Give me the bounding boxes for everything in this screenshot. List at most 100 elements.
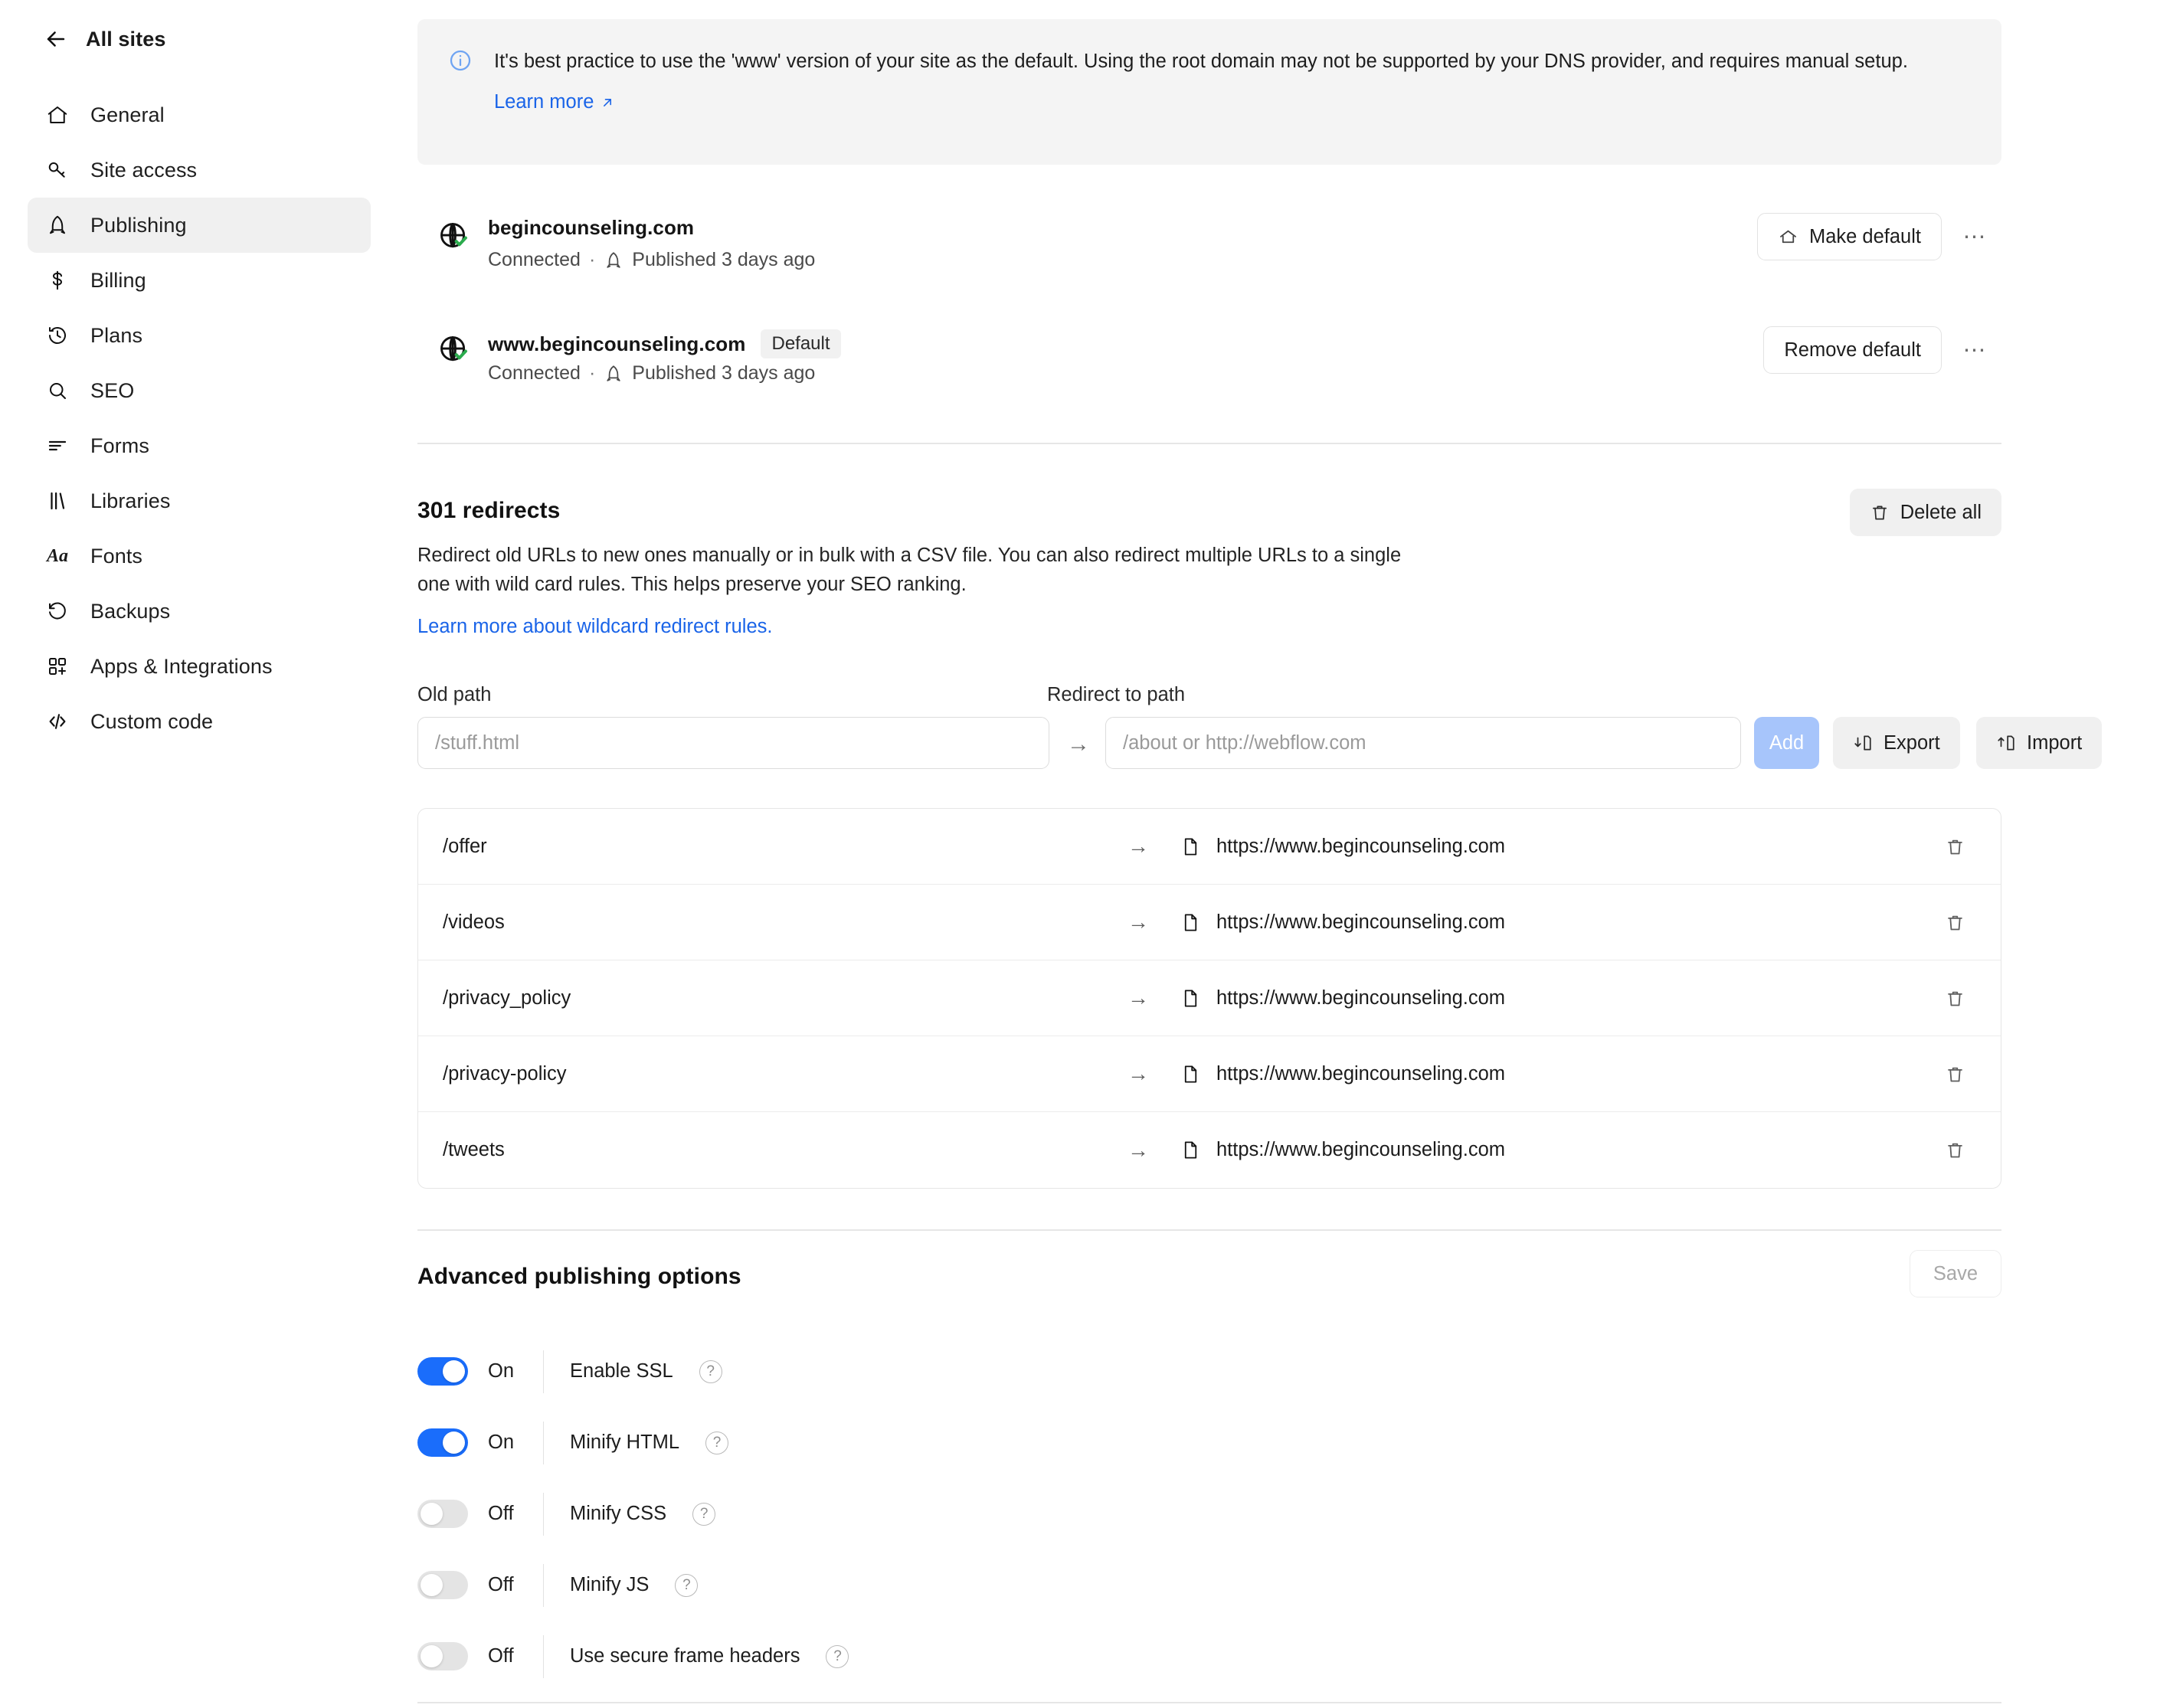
banner-learn-more-link[interactable]: Learn more	[494, 91, 615, 113]
sidebar-item-fonts[interactable]: Aa Fonts	[28, 528, 371, 584]
status-separator: ·	[588, 362, 596, 384]
option-row-minify-css: Off Minify CSS ?	[417, 1478, 2001, 1549]
table-row: /videos → https://www.begincounseling.co…	[418, 885, 2001, 960]
delete-redirect-button[interactable]	[1909, 836, 2001, 857]
sidebar-item-plans[interactable]: Plans	[28, 308, 371, 363]
all-sites-back-link[interactable]: All sites	[0, 21, 398, 57]
delete-redirect-button[interactable]	[1909, 912, 2001, 933]
toggle-state-label: Off	[488, 1503, 514, 1524]
wildcard-rules-link[interactable]: Learn more about wildcard redirect rules…	[417, 616, 2001, 638]
arrow-right-icon: →	[1128, 1137, 1149, 1162]
sidebar-item-general[interactable]: General	[28, 87, 371, 142]
minify-html-toggle[interactable]	[417, 1428, 468, 1457]
redirect-to-path-input[interactable]	[1105, 717, 1741, 769]
toggle-state-label: On	[488, 1360, 515, 1382]
domain-options-kebab-icon[interactable]: ⋯	[1954, 329, 1997, 371]
domain-name: www.begincounseling.com	[488, 332, 746, 355]
sidebar-item-apps-integrations[interactable]: Apps & Integrations	[28, 639, 371, 694]
section-divider	[417, 443, 2001, 444]
home-icon	[44, 102, 70, 128]
redirect-old-path: /offer	[443, 835, 487, 857]
toggle-knob	[421, 1574, 443, 1596]
redirect-destination: https://www.begincounseling.com	[1180, 836, 1909, 858]
option-row-enable-ssl: On Enable SSL ?	[417, 1336, 2001, 1407]
section-divider	[417, 1229, 2001, 1231]
help-icon[interactable]: ?	[692, 1502, 716, 1526]
divider	[543, 1421, 544, 1464]
save-button[interactable]: Save	[1909, 1250, 2001, 1297]
export-label: Export	[1884, 731, 1940, 754]
old-path-input[interactable]	[417, 717, 1049, 769]
page-icon	[1184, 913, 1197, 931]
home-icon	[1780, 230, 1796, 243]
sidebar-item-label: Billing	[90, 268, 146, 292]
help-icon[interactable]: ?	[675, 1573, 699, 1597]
sidebar-item-site-access[interactable]: Site access	[28, 142, 371, 198]
best-practice-banner: It's best practice to use the 'www' vers…	[417, 19, 2001, 165]
sidebar-item-label: Site access	[90, 158, 198, 182]
secure-frame-headers-toggle[interactable]	[417, 1642, 468, 1670]
trash-icon	[1947, 1143, 1962, 1158]
trash-icon	[1947, 991, 1962, 1006]
sidebar-item-billing[interactable]: Billing	[28, 253, 371, 308]
divider	[543, 1563, 544, 1607]
redirects-description: Redirect old URLs to new ones manually o…	[417, 545, 1402, 595]
toggle-state-label: On	[488, 1432, 515, 1453]
domain-published-time: Published 3 days ago	[632, 249, 816, 270]
add-redirect-button[interactable]: Add	[1754, 717, 1819, 769]
redirect-destination: https://www.begincounseling.com	[1180, 1063, 1909, 1085]
page-icon	[1184, 1141, 1197, 1159]
import-button[interactable]: Import	[1976, 717, 2103, 769]
arrow-right-icon: →	[1128, 834, 1149, 858]
minify-css-toggle[interactable]	[417, 1500, 468, 1528]
page-icon	[1184, 837, 1197, 856]
export-icon	[1854, 735, 1871, 751]
sidebar-item-forms[interactable]: Forms	[28, 418, 371, 473]
option-row-secure-frame-headers: Off Use secure frame headers ?	[417, 1621, 2001, 1692]
main-content: It's best practice to use the 'www' vers…	[398, 0, 2183, 1708]
redirect-destination-url: https://www.begincounseling.com	[1216, 911, 1506, 933]
toggle-list: On Enable SSL ? On Minify HTML ? Off Min…	[417, 1336, 2001, 1692]
domain-options-kebab-icon[interactable]: ⋯	[1954, 215, 1997, 258]
sidebar-item-backups[interactable]: Backups	[28, 584, 371, 639]
arrow-right-icon: →	[1128, 910, 1149, 934]
minify-js-toggle[interactable]	[417, 1571, 468, 1599]
advanced-options-title: Advanced publishing options	[417, 1264, 741, 1289]
delete-redirect-button[interactable]	[1909, 1064, 2001, 1085]
sidebar-item-custom-code[interactable]: Custom code	[28, 694, 371, 749]
divider	[543, 1492, 544, 1536]
toggle-state-label: Off	[488, 1645, 514, 1667]
publishing-settings-page: All sites General Site access Publishing	[0, 0, 2183, 1708]
sidebar-item-libraries[interactable]: Libraries	[28, 473, 371, 528]
section-divider	[417, 1702, 2001, 1703]
key-icon	[44, 157, 70, 183]
sidebar-item-label: General	[90, 103, 165, 126]
help-icon[interactable]: ?	[699, 1360, 722, 1383]
sidebar-item-publishing[interactable]: Publishing	[28, 198, 371, 253]
domain-actions: Make default ⋯	[1756, 213, 1997, 260]
help-icon[interactable]: ?	[826, 1644, 849, 1668]
export-button[interactable]: Export	[1833, 717, 1960, 769]
enable-ssl-toggle[interactable]	[417, 1357, 468, 1386]
rocket-icon	[607, 251, 620, 268]
sidebar-item-label: Fonts	[90, 544, 143, 568]
sidebar-item-label: Custom code	[90, 709, 214, 733]
make-default-button[interactable]: Make default	[1756, 213, 1942, 260]
help-icon[interactable]: ?	[705, 1431, 729, 1454]
sidebar-item-label: Plans	[90, 323, 143, 347]
forms-icon	[44, 433, 70, 459]
delete-redirect-button[interactable]	[1909, 988, 2001, 1009]
banner-text: It's best practice to use the 'www' vers…	[494, 51, 1908, 72]
remove-default-button[interactable]: Remove default	[1763, 326, 1942, 374]
domain-connection-status: Connected	[488, 362, 581, 384]
domain-name-group: www.begincounseling.com Default	[488, 329, 841, 358]
delete-all-button[interactable]: Delete all	[1849, 489, 2001, 536]
divider	[543, 1634, 544, 1678]
delete-redirect-button[interactable]	[1909, 1140, 2001, 1160]
globe-connected-icon	[437, 332, 472, 368]
trash-icon	[1947, 1067, 1962, 1081]
redirect-destination-url: https://www.begincounseling.com	[1216, 1139, 1506, 1160]
sidebar-item-seo[interactable]: SEO	[28, 363, 371, 418]
toggle-knob	[421, 1645, 443, 1667]
table-row: /tweets → https://www.begincounseling.co…	[418, 1112, 2001, 1188]
